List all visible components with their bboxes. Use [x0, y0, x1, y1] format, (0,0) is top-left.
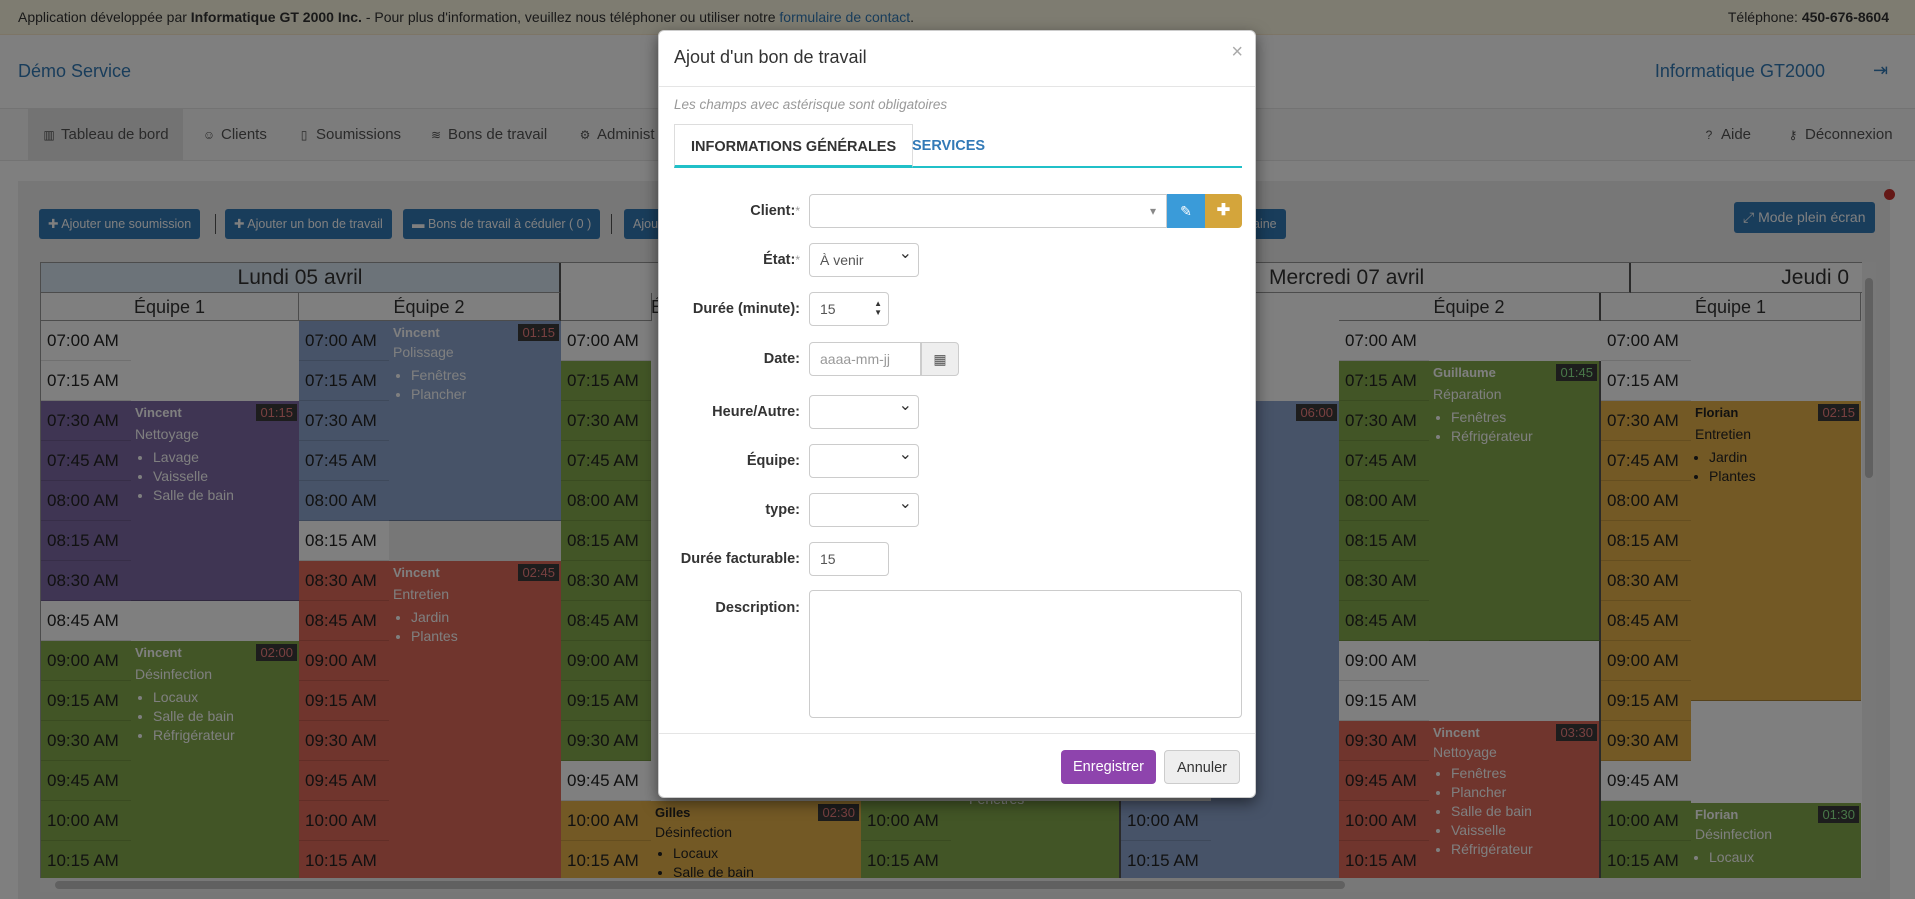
save-button[interactable]: Enregistrer [1061, 750, 1156, 784]
close-icon[interactable]: × [1231, 41, 1243, 64]
edit-icon: ✎ [1180, 203, 1192, 219]
calendar-icon[interactable]: ▦ [921, 342, 959, 376]
modal-title: Ajout d'un bon de travail [674, 47, 867, 67]
required-asterisk: * [795, 204, 800, 218]
date-input[interactable]: aaaa-mm-jj [809, 342, 921, 376]
description-textarea[interactable] [809, 590, 1242, 718]
add-client-button[interactable]: ✚ [1205, 194, 1242, 228]
modal-header: Ajout d'un bon de travail × [659, 31, 1255, 87]
duration-value: 15 [820, 301, 836, 317]
duration-label: Durée (minute): [692, 301, 800, 317]
type-label: type: [765, 502, 800, 518]
required-fields-hint: Les champs avec astérisque sont obligato… [674, 97, 948, 112]
state-select[interactable]: À venir [809, 238, 919, 277]
tab-services[interactable]: SERVICES [896, 124, 1001, 168]
duration-input[interactable]: 15 ▲ ▼ [809, 292, 889, 326]
state-label: État:* [763, 252, 800, 268]
billable-duration-label: Durée facturable: [680, 551, 800, 567]
label-text: Client: [750, 203, 796, 219]
client-label: Client:* [750, 203, 800, 219]
time-label: Heure/Autre: [712, 404, 800, 420]
time-select[interactable] [809, 390, 919, 429]
team-select[interactable] [809, 439, 919, 478]
cancel-button[interactable]: Annuler [1164, 750, 1240, 784]
label-text: État: [763, 252, 796, 268]
client-select[interactable] [809, 194, 1167, 228]
required-asterisk: * [795, 253, 800, 267]
type-select[interactable] [809, 488, 919, 527]
description-label: Description: [715, 600, 800, 616]
edit-client-button[interactable]: ✎ [1167, 194, 1205, 228]
date-label: Date: [763, 351, 800, 367]
spinner-arrows-icon[interactable]: ▲ ▼ [874, 299, 882, 317]
billable-duration-input[interactable]: 15 [809, 542, 889, 576]
modal-tabs: INFORMATIONS GÉNÉRALES SERVICES [674, 124, 1242, 168]
plus-icon: ✚ [1216, 202, 1231, 219]
add-work-order-dialog: Ajout d'un bon de travail × Les champs a… [658, 30, 1256, 798]
team-label: Équipe: [746, 453, 800, 469]
tab-general-info[interactable]: INFORMATIONS GÉNÉRALES [674, 124, 914, 168]
